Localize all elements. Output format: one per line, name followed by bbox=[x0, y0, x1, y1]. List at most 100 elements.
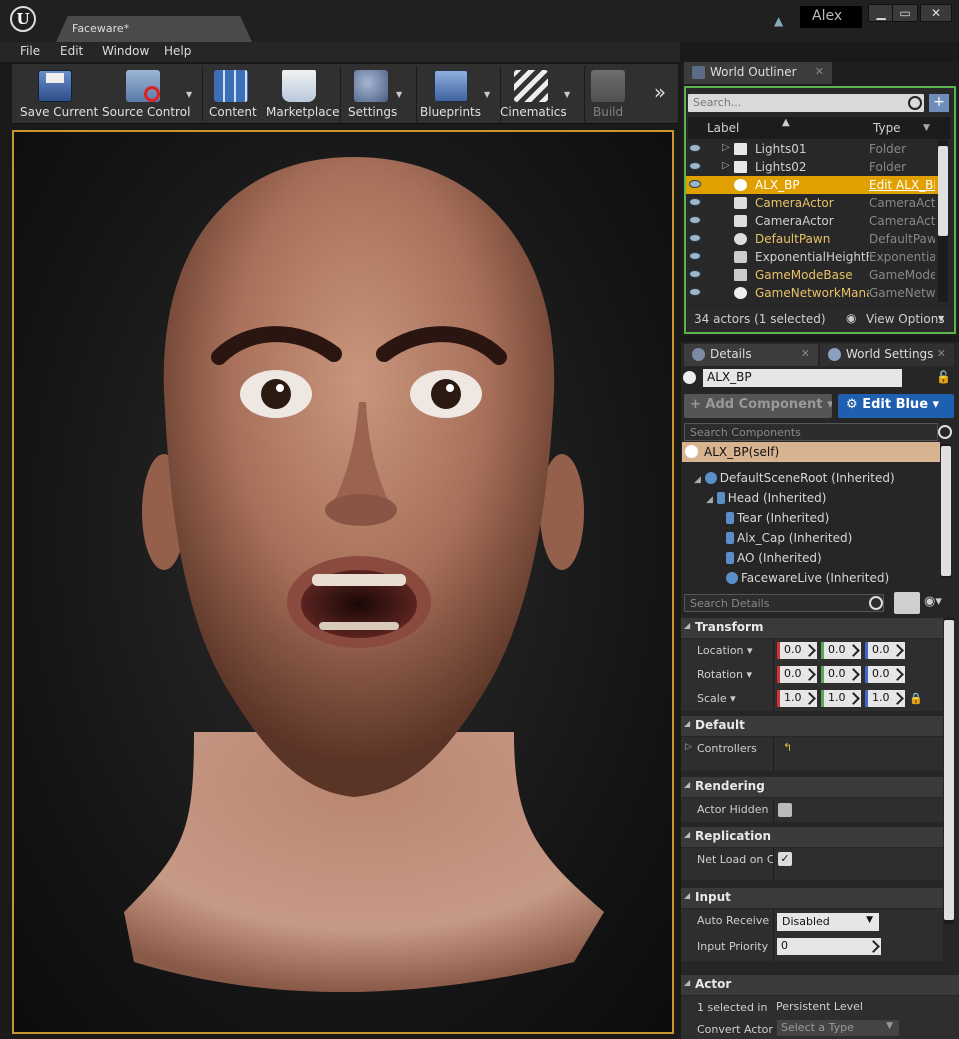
view-options-dropdown-icon[interactable]: ▼ bbox=[938, 314, 944, 323]
section-rendering[interactable]: Rendering bbox=[681, 777, 943, 797]
scale-y-field[interactable]: 1.0 bbox=[821, 690, 861, 707]
actor-hidden-checkbox[interactable] bbox=[778, 803, 792, 817]
scale-x-field[interactable]: 1.0 bbox=[777, 690, 817, 707]
outliner-row[interactable]: CameraActor CameraActor bbox=[686, 212, 938, 230]
visibility-eye-icon[interactable] bbox=[689, 270, 701, 278]
source-control-button[interactable]: Source Control ▼ bbox=[100, 64, 198, 124]
menu-help[interactable]: Help bbox=[164, 44, 191, 58]
close-button[interactable]: ✕ bbox=[920, 4, 952, 22]
level-viewport[interactable] bbox=[12, 130, 674, 1034]
visibility-filter-icon[interactable]: ◉▾ bbox=[924, 594, 942, 609]
visibility-eye-icon[interactable] bbox=[689, 216, 701, 224]
close-tab-icon[interactable]: ✕ bbox=[815, 65, 824, 78]
outliner-row[interactable]: GameNetworkManager GameNetworkManager bbox=[686, 284, 938, 302]
details-scroll-thumb[interactable] bbox=[944, 620, 954, 920]
edit-blueprint-button[interactable]: ⚙ Edit Blue ▾ bbox=[838, 394, 954, 418]
component-tree-item[interactable]: FacewareLive (Inherited) bbox=[726, 571, 889, 585]
column-label[interactable]: Label bbox=[707, 121, 739, 135]
component-tree-item[interactable]: ◢ Head (Inherited) bbox=[706, 491, 826, 505]
component-self-row[interactable]: ALX_BP(self) bbox=[682, 442, 940, 462]
minimize-button[interactable]: ▁ bbox=[868, 4, 894, 22]
section-replication[interactable]: Replication bbox=[681, 827, 943, 847]
content-button[interactable]: Content bbox=[206, 64, 257, 124]
column-type-dropdown-icon[interactable]: ▼ bbox=[923, 123, 930, 133]
section-actor[interactable]: Actor bbox=[681, 975, 959, 995]
outliner-search-input[interactable]: Search... bbox=[688, 94, 924, 112]
rotation-label[interactable]: Rotation ▾ bbox=[697, 668, 773, 681]
blueprints-button[interactable]: Blueprints ▼ bbox=[418, 64, 498, 124]
collapse-arrow-icon[interactable]: ◢ bbox=[706, 495, 713, 505]
visibility-eye-icon[interactable] bbox=[689, 198, 701, 206]
close-tab-icon[interactable]: ✕ bbox=[937, 347, 946, 360]
collapse-arrow-icon[interactable]: ◢ bbox=[694, 475, 701, 485]
user-name[interactable]: Alex bbox=[800, 6, 862, 28]
marketplace-button[interactable]: Marketplace bbox=[262, 64, 340, 124]
reset-arrow-icon[interactable]: ↰ bbox=[783, 741, 792, 754]
tab-world-outliner[interactable]: World Outliner ✕ bbox=[684, 62, 832, 84]
toolbar-overflow-button[interactable]: » bbox=[648, 80, 672, 110]
outliner-row[interactable]: ▷ Lights01 Folder bbox=[686, 140, 938, 158]
actor-name-field[interactable]: ALX_BP bbox=[703, 369, 902, 387]
outliner-row[interactable]: ExponentialHeightFog ExponentialHeightFo… bbox=[686, 248, 938, 266]
tab-details[interactable]: Details ✕ bbox=[684, 344, 818, 366]
menu-window[interactable]: Window bbox=[102, 44, 149, 58]
net-load-checkbox[interactable]: ✓ bbox=[778, 852, 792, 866]
document-tab[interactable]: Faceware* bbox=[56, 16, 252, 42]
details-scrollbar[interactable] bbox=[944, 618, 954, 924]
outliner-scrollbar[interactable] bbox=[938, 140, 948, 302]
settings-button[interactable]: Settings ▼ bbox=[344, 64, 414, 124]
rotation-x-field[interactable]: 0.0 bbox=[777, 666, 817, 683]
visibility-eye-icon[interactable] bbox=[689, 180, 701, 188]
rotation-z-field[interactable]: 0.0 bbox=[865, 666, 905, 683]
rotation-y-field[interactable]: 0.0 bbox=[821, 666, 861, 683]
component-tree-item[interactable]: ◢ DefaultSceneRoot (Inherited) bbox=[694, 471, 895, 485]
menu-file[interactable]: File bbox=[20, 44, 40, 58]
expand-arrow-icon[interactable]: ▷ bbox=[722, 160, 730, 171]
add-component-button[interactable]: + Add Component ▾ bbox=[684, 394, 832, 418]
visibility-eye-icon[interactable] bbox=[689, 252, 701, 260]
outliner-row-selected[interactable]: ALX_BP Edit ALX_BP bbox=[686, 176, 938, 194]
location-y-field[interactable]: 0.0 bbox=[821, 642, 861, 659]
expand-arrow-icon[interactable]: ▷ bbox=[685, 742, 692, 752]
close-tab-icon[interactable]: ✕ bbox=[801, 347, 810, 360]
visibility-eye-icon[interactable] bbox=[689, 144, 701, 152]
scale-label[interactable]: Scale ▾ bbox=[697, 692, 773, 705]
build-button[interactable]: Build bbox=[586, 64, 630, 124]
outliner-row[interactable]: DefaultPawn DefaultPawn bbox=[686, 230, 938, 248]
input-priority-field[interactable]: 0 bbox=[777, 938, 881, 955]
location-z-field[interactable]: 0.0 bbox=[865, 642, 905, 659]
section-input[interactable]: Input bbox=[681, 888, 943, 908]
source-control-dropdown-icon[interactable]: ▼ bbox=[186, 90, 192, 99]
blueprints-dropdown-icon[interactable]: ▼ bbox=[484, 90, 490, 99]
lock-icon[interactable]: 🔓 bbox=[936, 370, 951, 384]
search-components-input[interactable]: Search Components bbox=[684, 423, 938, 441]
expand-arrow-icon[interactable]: ▷ bbox=[722, 142, 730, 153]
scale-z-field[interactable]: 1.0 bbox=[865, 690, 905, 707]
section-default[interactable]: Default bbox=[681, 716, 943, 736]
scale-lock-icon[interactable]: 🔒 bbox=[909, 692, 923, 705]
outliner-row[interactable]: CameraActor CameraActor bbox=[686, 194, 938, 212]
tab-world-settings[interactable]: World Settings ✕ bbox=[820, 344, 954, 366]
convert-actor-dropdown[interactable]: Select a Type ▼ bbox=[777, 1020, 899, 1036]
outliner-scroll-thumb[interactable] bbox=[938, 146, 948, 236]
cinematics-button[interactable]: Cinematics ▼ bbox=[500, 64, 582, 124]
menu-edit[interactable]: Edit bbox=[60, 44, 83, 58]
outliner-row[interactable]: ▷ Lights02 Folder bbox=[686, 158, 938, 176]
location-label[interactable]: Location ▾ bbox=[697, 644, 773, 657]
section-transform[interactable]: Transform bbox=[681, 618, 943, 638]
outliner-row[interactable]: GameModeBase GameModeBase bbox=[686, 266, 938, 284]
visibility-eye-icon[interactable] bbox=[689, 234, 701, 242]
add-folder-button[interactable]: + bbox=[929, 94, 949, 112]
property-matrix-button[interactable] bbox=[894, 592, 920, 614]
component-tree-item[interactable]: Alx_Cap (Inherited) bbox=[726, 531, 852, 545]
cinematics-dropdown-icon[interactable]: ▼ bbox=[564, 90, 570, 99]
component-tree-item[interactable]: Tear (Inherited) bbox=[726, 511, 829, 525]
visibility-eye-icon[interactable] bbox=[689, 162, 701, 170]
location-x-field[interactable]: 0.0 bbox=[777, 642, 817, 659]
visibility-eye-icon[interactable] bbox=[689, 288, 701, 296]
settings-dropdown-icon[interactable]: ▼ bbox=[396, 90, 402, 99]
components-scrollbar[interactable] bbox=[941, 444, 951, 578]
auto-receive-dropdown[interactable]: Disabled ▼ bbox=[777, 913, 879, 931]
component-tree-item[interactable]: AO (Inherited) bbox=[726, 551, 822, 565]
maximize-button[interactable]: ▭ bbox=[892, 4, 918, 22]
